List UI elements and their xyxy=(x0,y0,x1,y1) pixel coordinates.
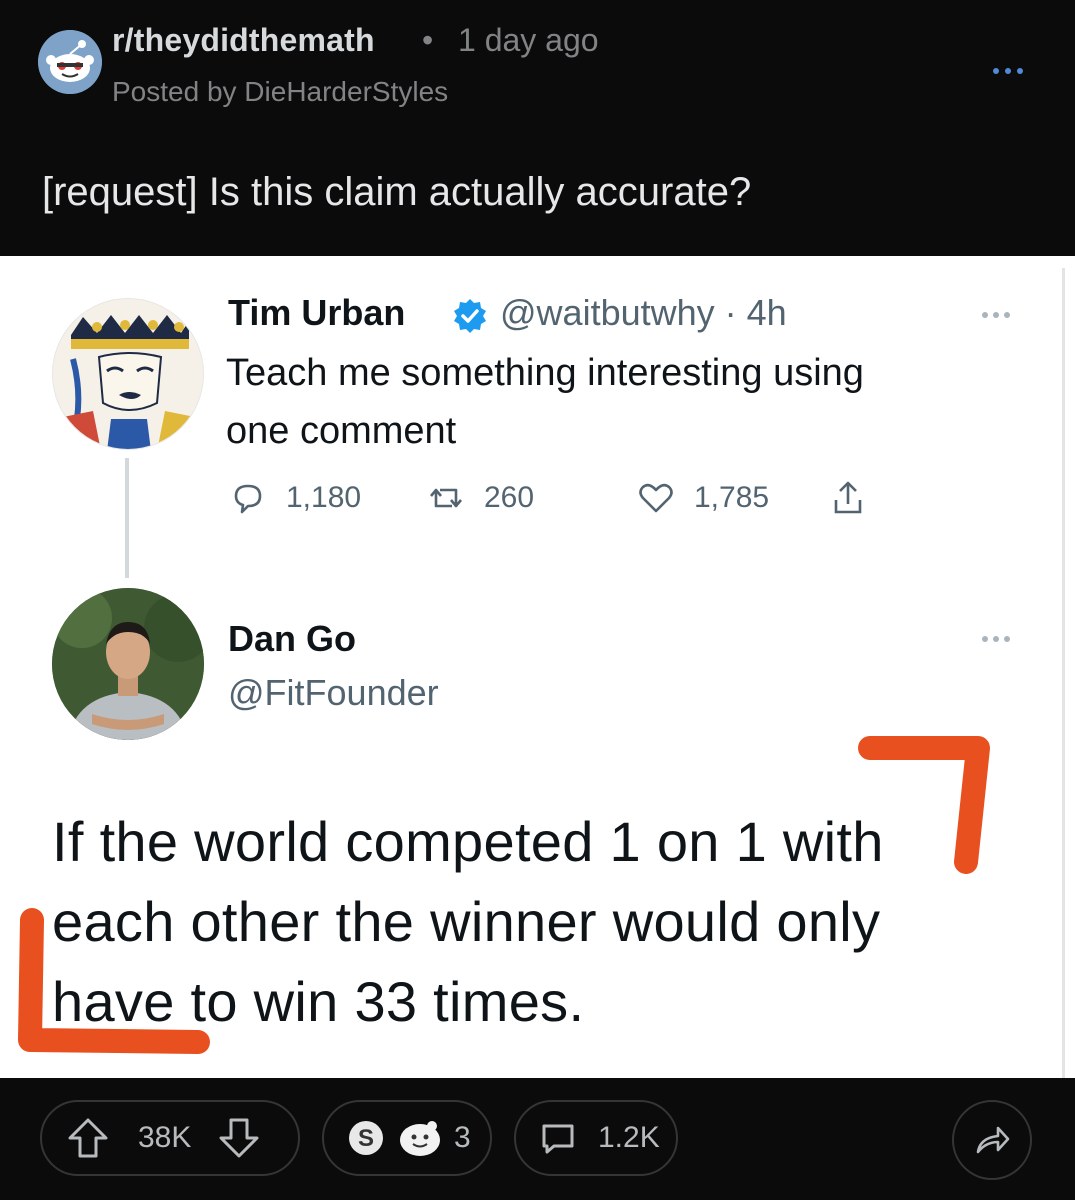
snoo-icon xyxy=(38,30,102,94)
bottom-left-bracket-mark xyxy=(18,908,210,1054)
comments-pill[interactable]: 1.2K xyxy=(514,1100,678,1176)
upvote-arrow-icon[interactable] xyxy=(64,1114,112,1162)
top-right-bracket-mark xyxy=(858,736,990,874)
post-image[interactable]: Tim Urban @waitbutwhy · 4h Teach me some… xyxy=(0,256,1075,1078)
svg-text:S: S xyxy=(358,1125,374,1152)
share-button[interactable] xyxy=(952,1100,1032,1180)
downvote-arrow-icon[interactable] xyxy=(215,1114,263,1162)
subreddit-avatar[interactable] xyxy=(38,30,102,94)
awards-pill[interactable]: S 3 xyxy=(322,1100,492,1176)
post-header: r/theydidthemath • 1 day ago Posted by D… xyxy=(0,0,1075,256)
post-title: [request] Is this claim actually accurat… xyxy=(42,170,752,214)
more-dot-icon xyxy=(1005,68,1011,74)
comment-count: 1.2K xyxy=(598,1121,660,1154)
comment-bubble-icon xyxy=(542,1124,574,1154)
corner-bracket-annotation xyxy=(18,736,990,1054)
meta-separator: • xyxy=(422,22,434,58)
award-count: 3 xyxy=(454,1121,471,1154)
wholesome-award-icon xyxy=(400,1121,440,1156)
more-options-button[interactable] xyxy=(986,56,1030,86)
share-arrow-icon xyxy=(976,1126,1010,1154)
post-action-bar: 38K S 3 1.2K xyxy=(0,1078,1075,1200)
posted-by[interactable]: Posted by DieHarderStyles xyxy=(112,76,448,108)
vote-pill: 38K xyxy=(40,1100,300,1176)
post-age: 1 day ago xyxy=(458,22,599,58)
more-dot-icon xyxy=(993,68,999,74)
upvote-count: 38K xyxy=(138,1121,192,1154)
more-dot-icon xyxy=(1017,68,1023,74)
silver-award-icon: S xyxy=(349,1121,383,1155)
subreddit-name[interactable]: r/theydidthemath xyxy=(112,22,375,59)
